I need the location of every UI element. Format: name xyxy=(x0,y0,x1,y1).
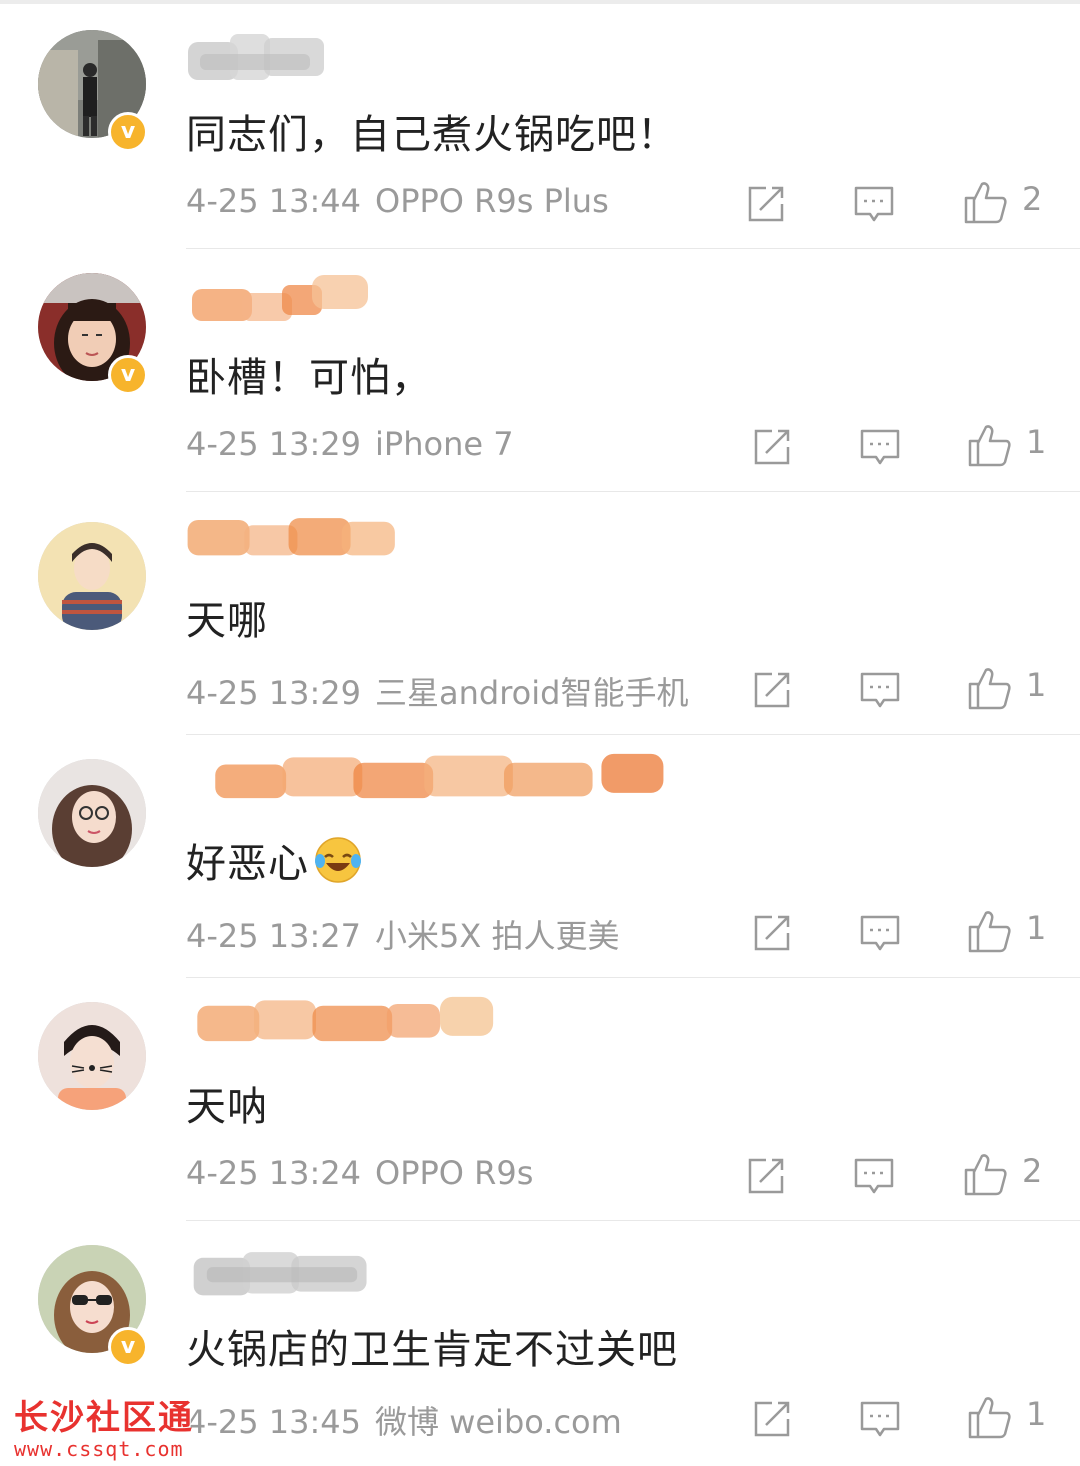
comment-icon[interactable] xyxy=(858,668,902,712)
comment-item: 好恶心 4-25 13:27 小米5X 拍人更美 1 xyxy=(0,735,1080,978)
share-icon[interactable] xyxy=(750,911,794,955)
avatar[interactable] xyxy=(38,522,146,630)
verified-badge-icon: v xyxy=(108,355,148,395)
comment-text: 同志们，自己煮火锅吃吧！ xyxy=(186,112,678,158)
comment-meta: 4-25 13:44 OPPO R9s Plus xyxy=(186,182,609,220)
thumbs-up-icon xyxy=(964,182,1007,224)
avatar[interactable] xyxy=(38,759,146,867)
comment-device: OPPO R9s xyxy=(375,1154,534,1192)
comment-time: 4-25 13:44 xyxy=(186,182,362,220)
comment-icon[interactable] xyxy=(858,1397,902,1441)
verified-badge-icon: v xyxy=(108,112,148,152)
nickname-redacted xyxy=(192,275,368,321)
comment-item: v 卧槽！可怕， 4-25 13:29 iPhone 7 1 xyxy=(0,249,1080,492)
comment-meta: 4-25 13:24 OPPO R9s xyxy=(186,1154,533,1192)
thumbs-up-icon xyxy=(968,911,1011,953)
comment-meta: 4-25 13:29 iPhone 7 xyxy=(186,425,514,463)
thumbs-up-icon xyxy=(968,1397,1011,1439)
comment-device: iPhone 7 xyxy=(375,425,514,463)
comment-icon[interactable] xyxy=(858,911,902,955)
thumbs-up-icon xyxy=(964,1154,1007,1196)
avatar[interactable] xyxy=(38,1002,146,1110)
nickname-redacted xyxy=(193,1252,367,1296)
comment-device: OPPO R9s Plus xyxy=(375,182,609,220)
comment-time: 4-25 13:29 xyxy=(186,674,362,712)
like-count: 1 xyxy=(1026,1395,1047,1433)
comment-text: 天哪 xyxy=(186,598,268,644)
comment-text: 好恶心 xyxy=(186,831,363,889)
comment-item: 天哪 4-25 13:29 三星android智能手机 1 xyxy=(0,492,1080,735)
comment-meta: 4-25 13:27 小米5X 拍人更美 xyxy=(186,911,619,957)
comment-meta: 4-25 13:29 三星android智能手机 xyxy=(186,668,688,714)
share-icon[interactable] xyxy=(744,1154,788,1198)
share-icon[interactable] xyxy=(750,1397,794,1441)
share-icon[interactable] xyxy=(750,668,794,712)
comment-time: 4-25 13:27 xyxy=(186,917,362,955)
watermark: 长沙社区通 www.cssqt.com xyxy=(14,1390,194,1461)
comment-icon[interactable] xyxy=(852,182,896,226)
top-divider xyxy=(0,0,1080,4)
verified-badge-icon: v xyxy=(108,1327,148,1367)
comment-icon[interactable] xyxy=(852,1154,896,1198)
comment-text: 天呐 xyxy=(186,1084,268,1130)
nickname-redacted xyxy=(188,34,324,80)
watermark-title: 长沙社区通 xyxy=(14,1398,194,1438)
comment-time: 4-25 13:45 xyxy=(186,1403,362,1441)
comment-item: v 同志们，自己煮火锅吃吧！ 4-25 13:44 OPPO R9s Plus 2 xyxy=(0,6,1080,249)
thumbs-up-icon xyxy=(968,425,1011,467)
comment-icon[interactable] xyxy=(858,425,902,469)
comment-device: 三星android智能手机 xyxy=(375,674,689,712)
nickname-redacted xyxy=(187,518,395,556)
watermark-url: www.cssqt.com xyxy=(14,1437,184,1461)
like-count: 2 xyxy=(1022,180,1043,218)
like-count: 1 xyxy=(1026,666,1047,704)
thumbs-up-icon xyxy=(968,668,1011,710)
comment-device: 微博 weibo.com xyxy=(375,1403,622,1441)
comment-time: 4-25 13:29 xyxy=(186,425,362,463)
like-count: 1 xyxy=(1026,909,1047,947)
like-count: 1 xyxy=(1026,423,1047,461)
nickname-redacted xyxy=(215,753,664,799)
comment-text: 卧槽！可怕， xyxy=(186,355,432,401)
comment-time: 4-25 13:24 xyxy=(186,1154,362,1192)
share-icon[interactable] xyxy=(744,182,788,226)
comment-meta: 4-25 13:45 微博 weibo.com xyxy=(186,1397,622,1443)
share-icon[interactable] xyxy=(750,425,794,469)
like-count: 2 xyxy=(1022,1152,1043,1190)
nickname-redacted xyxy=(197,996,494,1042)
laugh-cry-icon xyxy=(315,837,361,883)
comment-item: 天呐 4-25 13:24 OPPO R9s 2 xyxy=(0,978,1080,1221)
comment-text: 火锅店的卫生肯定不过关吧 xyxy=(186,1327,678,1373)
comment-device: 小米5X 拍人更美 xyxy=(375,917,620,955)
